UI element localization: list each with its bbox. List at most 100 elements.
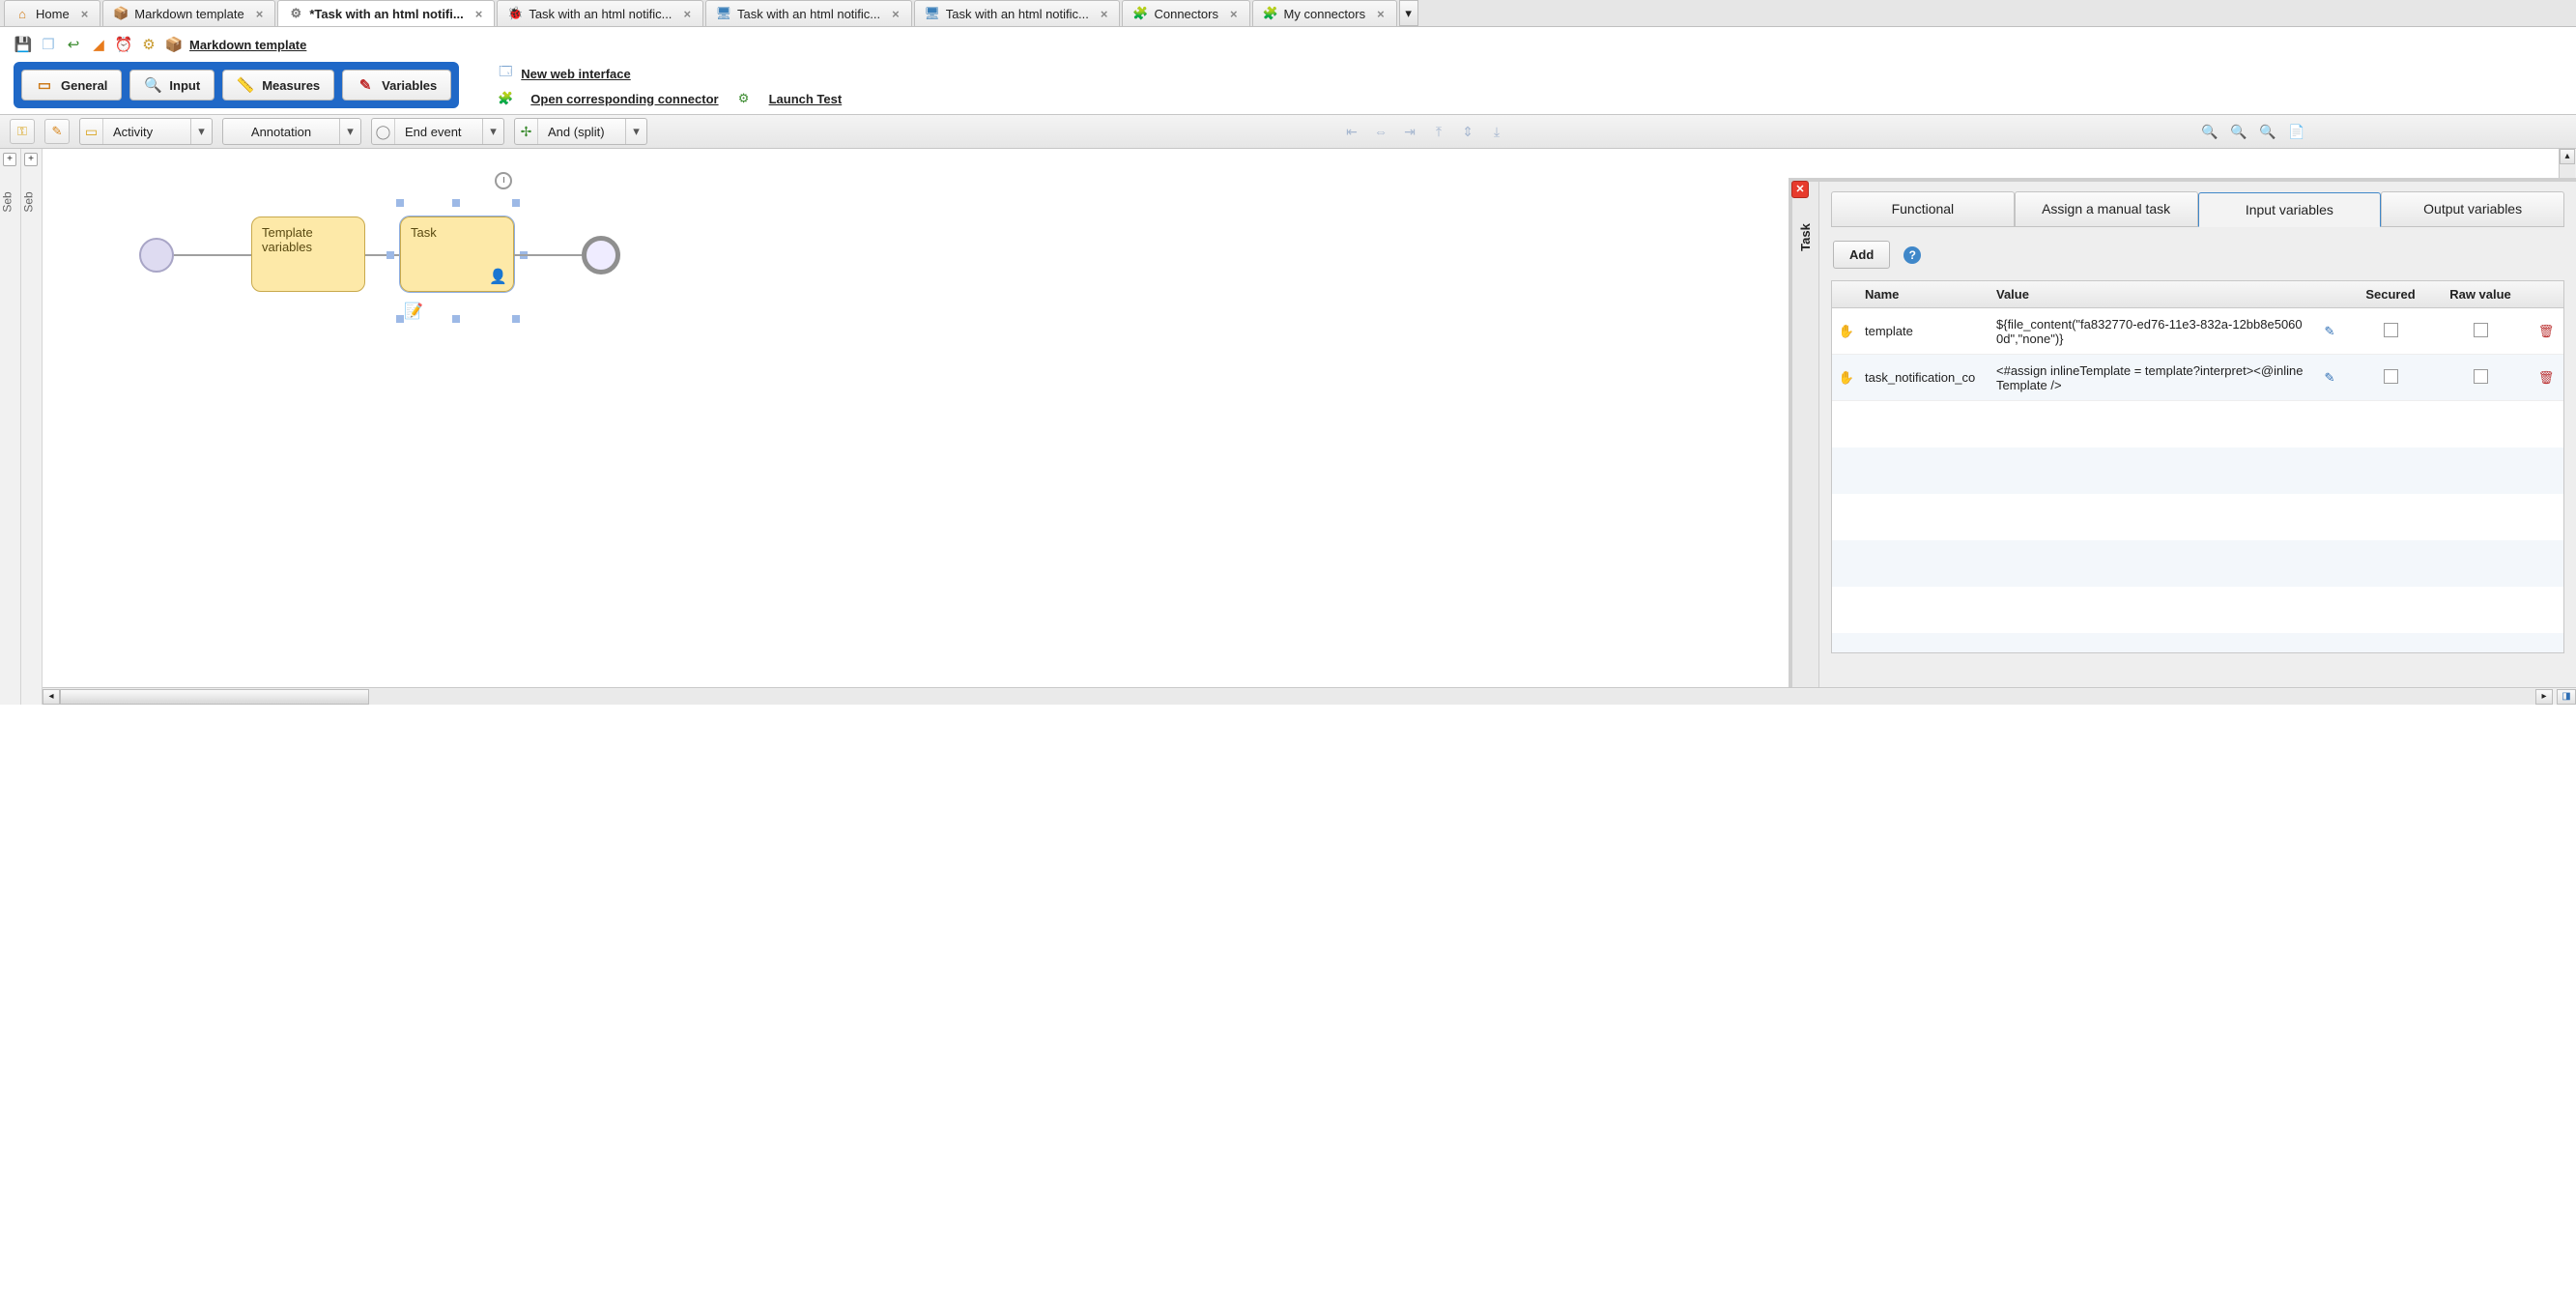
close-icon[interactable]: × [1228, 7, 1240, 21]
gateway-combo[interactable]: ✢ And (split) ▾ [514, 118, 647, 145]
sequence-flow[interactable] [174, 254, 251, 256]
clock-icon[interactable]: ⏰ [114, 35, 133, 54]
align-bottom-icon[interactable]: ⤓ [1488, 123, 1505, 140]
col-secured[interactable]: Secured [2349, 287, 2432, 302]
pencil-icon[interactable]: ✎ [44, 119, 70, 144]
launch-test-link[interactable]: Launch Test [769, 92, 843, 106]
scroll-thumb[interactable] [60, 689, 369, 705]
close-icon[interactable]: × [681, 7, 693, 21]
copy-icon[interactable]: ❐ [39, 35, 58, 54]
measures-button[interactable]: 📏Measures [222, 70, 334, 101]
tab-input-variables[interactable]: Input variables [2198, 192, 2382, 227]
secured-checkbox[interactable] [2384, 369, 2398, 384]
zoom-out-icon[interactable]: 🔍 [2230, 123, 2247, 140]
top-tab[interactable]: 📦Markdown template× [102, 0, 275, 26]
dock-panel-button[interactable]: ◨ [2557, 689, 2576, 705]
chevron-down-icon[interactable]: ▾ [190, 119, 212, 144]
table-row[interactable]: ✋template${file_content("fa832770-ed76-1… [1832, 308, 2563, 355]
new-web-interface-link[interactable]: New web interface [521, 67, 630, 81]
selection-handle[interactable] [396, 199, 404, 207]
task-node[interactable]: Task 👤 [400, 216, 514, 292]
align-right-icon[interactable]: ⇥ [1401, 123, 1418, 140]
tab-assign-manual[interactable]: Assign a manual task [2015, 191, 2198, 226]
col-raw[interactable]: Raw value [2432, 287, 2529, 302]
expand-lane-icon[interactable]: + [3, 153, 16, 166]
gear-small-icon[interactable]: ⚙ [139, 35, 158, 54]
selection-handle[interactable] [452, 199, 460, 207]
scroll-right-button[interactable]: ▸ [2535, 689, 2553, 705]
endevent-combo[interactable]: ◯ End event ▾ [371, 118, 504, 145]
input-button[interactable]: 🔍Input [129, 70, 215, 101]
close-panel-button[interactable]: ✕ [1791, 181, 1809, 198]
align-top-icon[interactable]: ⤒ [1430, 123, 1447, 140]
scroll-track[interactable] [60, 689, 2535, 705]
selection-handle[interactable] [512, 199, 520, 207]
delete-icon[interactable]: 🗑 [2538, 324, 2555, 338]
tab-output-variables[interactable]: Output variables [2381, 191, 2564, 226]
annotation-combo[interactable]: Annotation ▾ [222, 118, 361, 145]
activity-combo[interactable]: ▭ Activity ▾ [79, 118, 213, 145]
rss-icon[interactable]: ◢ [89, 35, 108, 54]
scroll-left-button[interactable]: ◂ [43, 689, 60, 705]
variables-button[interactable]: ✎Variables [342, 70, 451, 101]
save-icon[interactable]: 💾 [14, 35, 33, 54]
align-left-icon[interactable]: ⇤ [1343, 123, 1360, 140]
key-icon[interactable]: ⚿ [10, 119, 35, 144]
task-panel-tab[interactable]: Task [1792, 182, 1819, 705]
edit-icon[interactable]: ✎ [2325, 324, 2335, 338]
col-name[interactable]: Name [1861, 287, 1990, 302]
expand-lane-icon[interactable]: + [24, 153, 38, 166]
raw-checkbox[interactable] [2474, 369, 2488, 384]
breadcrumb-link[interactable]: Markdown template [189, 38, 306, 52]
close-icon[interactable]: × [473, 7, 485, 21]
drag-handle-icon[interactable]: ✋ [1839, 370, 1854, 385]
top-tab[interactable]: 🖥Task with an html notific...× [914, 0, 1121, 26]
drag-handle-icon[interactable]: ✋ [1839, 324, 1854, 338]
align-center-icon[interactable]: ⇔ [1372, 123, 1389, 140]
tabs-overflow-button[interactable]: ▾ [1399, 0, 1418, 26]
table-row[interactable]: ✋task_notification_co<#assign inlineTemp… [1832, 355, 2563, 401]
chevron-down-icon[interactable]: ▾ [482, 119, 503, 144]
top-tab[interactable]: ⚙*Task with an html notifi...× [277, 0, 495, 26]
edit-icon[interactable]: ✎ [2325, 370, 2335, 385]
horizontal-scrollbar[interactable]: ◂ ▸ ◨ [43, 687, 2576, 705]
task-template-variables[interactable]: Template variables [251, 216, 365, 292]
chevron-down-icon[interactable]: ▾ [625, 119, 646, 144]
close-icon[interactable]: × [79, 7, 91, 21]
top-tab[interactable]: 🧩My connectors× [1252, 0, 1397, 26]
box-small-icon[interactable]: 📦 [164, 35, 184, 54]
chevron-down-icon[interactable]: ▾ [339, 119, 360, 144]
sequence-flow[interactable] [514, 254, 582, 256]
open-connector-link[interactable]: Open corresponding connector [530, 92, 718, 106]
undo-icon[interactable]: ↩ [64, 35, 83, 54]
top-tab[interactable]: 🐞Task with an html notific...× [497, 0, 703, 26]
close-icon[interactable]: × [1099, 7, 1110, 21]
form-icon[interactable]: 📝 [404, 302, 423, 321]
close-icon[interactable]: × [890, 7, 902, 21]
selection-handle[interactable] [452, 315, 460, 323]
scroll-up-button[interactable]: ▴ [2560, 149, 2575, 164]
secured-checkbox[interactable] [2384, 323, 2398, 337]
general-button[interactable]: ▭General [21, 70, 122, 101]
selection-handle[interactable] [386, 251, 394, 259]
col-value[interactable]: Value [1990, 287, 2310, 302]
close-icon[interactable]: × [254, 7, 266, 21]
raw-checkbox[interactable] [2474, 323, 2488, 337]
top-tab[interactable]: 🧩Connectors× [1122, 0, 1249, 26]
top-tab[interactable]: ⌂Home× [4, 0, 100, 26]
tab-functional[interactable]: Functional [1831, 191, 2015, 226]
end-event[interactable] [582, 236, 620, 274]
zoom-fit-icon[interactable]: 🔍 [2201, 123, 2218, 140]
sequence-flow[interactable] [365, 254, 400, 256]
start-event[interactable] [139, 238, 174, 273]
help-icon[interactable]: ? [1903, 246, 1921, 264]
close-icon[interactable]: × [1375, 7, 1387, 21]
zoom-in-icon[interactable]: 🔍 [2259, 123, 2276, 140]
align-middle-icon[interactable]: ⇕ [1459, 123, 1476, 140]
pdf-icon[interactable]: 📄 [2288, 123, 2305, 140]
selection-handle[interactable] [512, 315, 520, 323]
selection-handle[interactable] [396, 315, 404, 323]
delete-icon[interactable]: 🗑 [2538, 370, 2555, 385]
top-tab[interactable]: 🖥Task with an html notific...× [705, 0, 912, 26]
add-button[interactable]: Add [1833, 241, 1890, 269]
